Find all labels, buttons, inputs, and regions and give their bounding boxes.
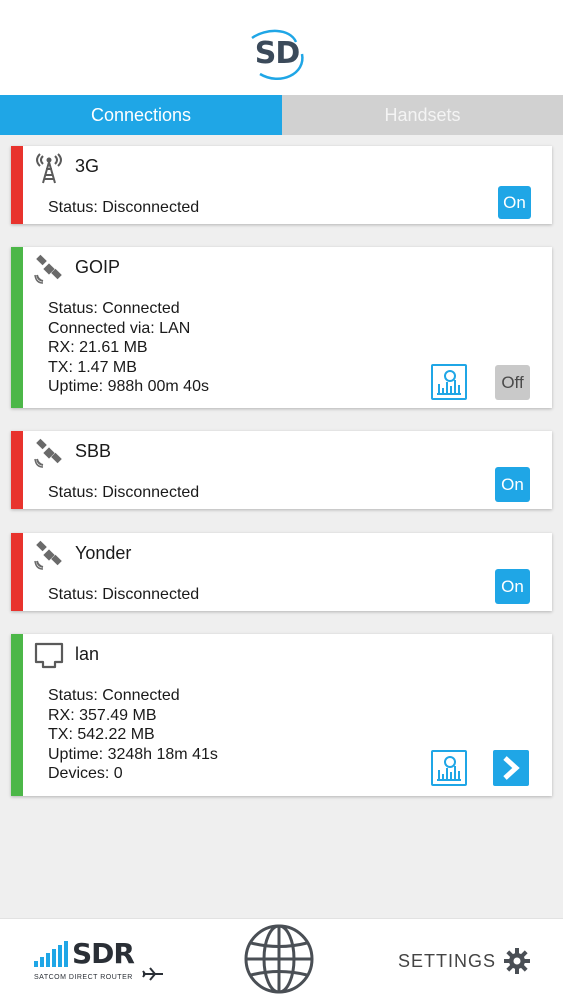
connected-via-line: Connected via: LAN <box>48 319 191 337</box>
connection-name: lan <box>75 644 100 664</box>
status-line: Status: Connected <box>48 687 180 704</box>
satellite-icon <box>34 540 62 570</box>
chevron-right-icon <box>503 756 520 780</box>
tx-line: TX: 1.47 MB <box>48 358 137 376</box>
connection-name: SBB <box>75 441 112 461</box>
devices-line: Devices: 0 <box>48 765 123 782</box>
logo-text: SD <box>254 36 301 71</box>
status-indicator-bar <box>11 533 23 611</box>
connection-card-lan: lan Status: Connected RX: 357.49 MB TX: … <box>11 634 552 796</box>
gear-icon <box>504 948 531 974</box>
connection-details: Status: Disconnected <box>48 198 199 218</box>
sdr-subtitle: SATCOM DIRECT ROUTER <box>34 974 133 981</box>
lan-details-button[interactable] <box>493 750 529 786</box>
uptime-line: Uptime: 3248h 18m 41s <box>48 745 218 763</box>
connection-name: 3G <box>75 156 100 176</box>
connection-card-sbb: SBB Status: Disconnected On <box>11 431 552 509</box>
toggle-off-button[interactable]: Off <box>495 365 530 400</box>
sdr-logo[interactable]: SDR SATCOM DIRECT ROUTER <box>32 937 167 987</box>
connection-card-3g: 3G Status: Disconnected On <box>11 146 552 224</box>
sd-logo: SD <box>246 24 308 86</box>
status-indicator-bar <box>11 634 23 796</box>
status-line: Status: Disconnected <box>48 199 200 216</box>
rx-line: RX: 357.49 MB <box>48 706 157 724</box>
connection-name: GOIP <box>75 257 121 277</box>
toggle-on-button[interactable]: On <box>498 186 531 219</box>
statistics-button[interactable] <box>431 750 467 786</box>
status-line: Status: Disconnected <box>48 586 200 603</box>
settings-label: SETTINGS <box>398 950 497 971</box>
connection-name: Yonder <box>75 543 132 563</box>
chart-icon <box>437 370 461 395</box>
settings-button[interactable]: SETTINGS <box>398 948 531 974</box>
statistics-button[interactable] <box>431 364 467 400</box>
connection-card-yonder: Yonder Status: Disconnected On <box>11 533 552 611</box>
connection-details: Status: Connected Connected via: LAN RX:… <box>48 299 209 397</box>
uptime-line: Uptime: 988h 00m 40s <box>48 378 209 395</box>
status-indicator-bar <box>11 146 23 224</box>
connection-details: Status: Disconnected <box>48 483 199 503</box>
status-line: Status: Connected <box>48 300 180 317</box>
toggle-on-button[interactable]: On <box>495 569 530 604</box>
header: SD <box>0 0 563 95</box>
toggle-on-button[interactable]: On <box>495 467 530 502</box>
globe-icon[interactable] <box>243 923 315 995</box>
connection-card-goip: GOIP Status: Connected Connected via: LA… <box>11 247 552 408</box>
chart-icon <box>437 756 461 781</box>
status-line: Status: Disconnected <box>48 484 200 501</box>
connection-details: Status: Disconnected <box>48 585 199 605</box>
tab-handsets[interactable]: Handsets <box>282 95 563 135</box>
rx-line: RX: 21.61 MB <box>48 339 148 356</box>
ethernet-port-icon <box>34 642 64 669</box>
connection-details: Status: Connected RX: 357.49 MB TX: 542.… <box>48 686 218 784</box>
signal-bars-icon <box>34 941 68 967</box>
status-indicator-bar <box>11 247 23 408</box>
satellite-icon <box>34 438 62 468</box>
airplane-icon <box>142 967 163 981</box>
tx-line: TX: 542.22 MB <box>48 726 155 743</box>
tab-bar: Connections Handsets <box>0 95 563 135</box>
status-indicator-bar <box>11 431 23 509</box>
sdr-logo-text: SDR <box>72 937 135 970</box>
bottom-bar: SDR SATCOM DIRECT ROUTER SETTINGS <box>0 918 563 1000</box>
satellite-icon <box>34 254 62 284</box>
cell-tower-icon <box>36 153 62 184</box>
tab-connections[interactable]: Connections <box>0 95 282 135</box>
